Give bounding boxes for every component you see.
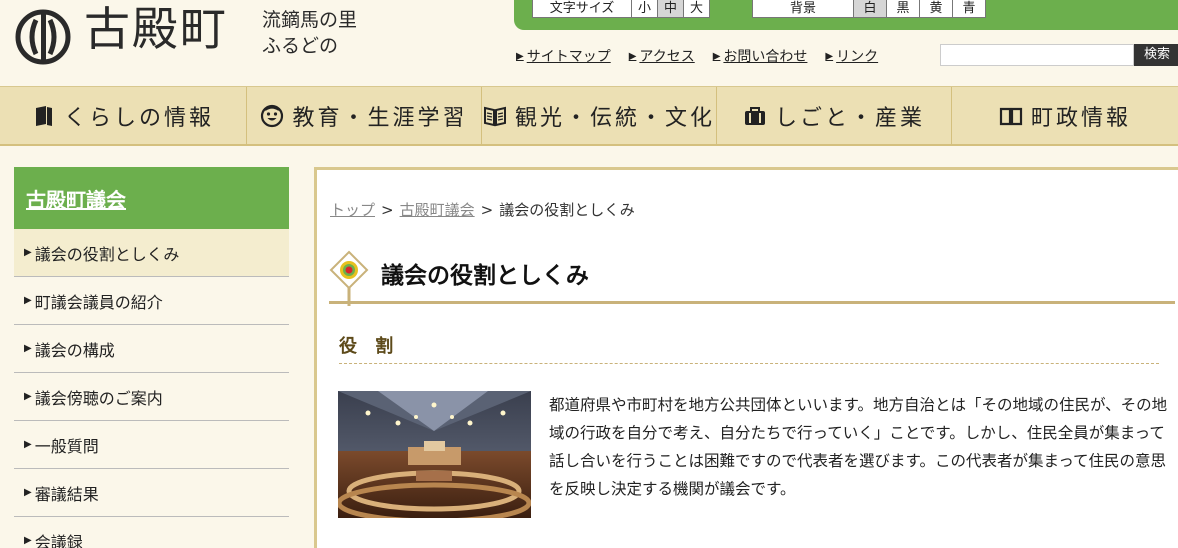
link-label: お問い合わせ (723, 49, 808, 65)
triangle-right-icon: ▶ (24, 535, 32, 546)
section-heading: 役 割 (339, 332, 1159, 364)
triangle-right-icon: ▶ (24, 295, 32, 306)
nav-town-government[interactable]: 町政情報 (952, 87, 1178, 145)
breadcrumb-parent-link[interactable]: 古殿町議会 (400, 201, 475, 219)
background-white-button[interactable]: 白 (854, 0, 887, 18)
book-open-icon (999, 107, 1023, 126)
sidebar-item-label: 一般質問 (34, 436, 99, 456)
sidebar: 古殿町議会 ▶ 議会の役割としくみ ▶ 町議会議員の紹介 ▶ 議会の構成 ▶ 議会傍聴の… (14, 167, 289, 548)
main-content: トップ > 古殿町議会 > 議会の役割としくみ 議会の役割としくみ 役 割 都道… (314, 167, 1178, 548)
sidebar-item-observation[interactable]: ▶ 議会傍聴のご案内 (14, 373, 289, 421)
link-label: サイトマップ (526, 49, 611, 65)
nav-label: くらしの情報 (63, 106, 214, 131)
breadcrumb-top-link[interactable]: トップ (330, 201, 375, 219)
breadcrumb-separator: > (480, 201, 494, 219)
sidebar-item-role-structure[interactable]: ▶ 議会の役割としくみ (14, 229, 289, 277)
nav-tourism-culture[interactable]: 観光・伝統・文化 (482, 87, 717, 145)
nav-work-industry[interactable]: しごと・産業 (717, 87, 952, 145)
logo-subtitle-line1: 流鏑馬の里 (262, 9, 358, 31)
body-text: 都道府県や市町村を地方公共団体といいます。地方自治とは「その地域の住民が、その地… (549, 396, 1168, 498)
triangle-right-icon: ▶ (24, 391, 32, 402)
font-size-switcher: 文字サイズ 小 中 大 (532, 0, 710, 18)
sidebar-heading-label: 古殿町議会 (26, 187, 126, 212)
sidebar-item-members[interactable]: ▶ 町議会議員の紹介 (14, 277, 289, 325)
triangle-right-icon: ▶ (24, 247, 32, 258)
triangle-right-icon: ▶ (24, 439, 32, 450)
triangle-right-icon: ▶ (516, 50, 524, 62)
sidebar-item-label: 議会傍聴のご案内 (34, 388, 163, 408)
nav-education[interactable]: 教育・生涯学習 (247, 87, 482, 145)
font-size-large-button[interactable]: 大 (684, 0, 710, 18)
sidebar-item-general-questions[interactable]: ▶ 一般質問 (14, 421, 289, 469)
nav-label: 教育・生涯学習 (292, 106, 468, 131)
page-title-block: 議会の役割としくみ (329, 246, 1175, 306)
face-icon (261, 104, 284, 128)
global-nav: くらしの情報 教育・生涯学習 観光・伝統・文化 しごと・産業 町政情報 (0, 86, 1178, 146)
link-links[interactable]: ▶ リンク (825, 46, 878, 66)
breadcrumb-separator: > (381, 201, 394, 219)
sidebar-item-label: 町議会議員の紹介 (34, 292, 163, 312)
font-size-label: 文字サイズ (532, 0, 632, 18)
page-title: 議会の役割としくみ (381, 263, 589, 289)
nav-label: 町政情報 (1030, 106, 1131, 131)
font-size-medium-button[interactable]: 中 (658, 0, 684, 18)
link-sitemap[interactable]: ▶ サイトマップ (516, 46, 611, 66)
triangle-right-icon: ▶ (24, 487, 32, 498)
breadcrumb-current: 議会の役割としくみ (499, 201, 635, 219)
site-header: 古殿町 流鏑馬の里 ふるどの 文字サイズ 小 中 大 背景 白 黒 黄 青 ▶ サ… (0, 0, 1178, 86)
sidebar-item-minutes[interactable]: ▶ 会議録 (14, 517, 289, 548)
sidebar-item-label: 審議結果 (34, 484, 99, 504)
logo-subtitle-line2: ふるどの (262, 34, 339, 57)
triangle-right-icon: ▶ (712, 50, 721, 62)
header-links: ▶ サイトマップ ▶ アクセス ▶ お問い合わせ ▶ リンク (516, 46, 878, 66)
triangle-right-icon: ▶ (825, 50, 834, 62)
nav-living-info[interactable]: くらしの情報 (0, 87, 247, 145)
logo-subtitle: 流鏑馬の里 ふるどの (262, 8, 357, 59)
sidebar-heading[interactable]: 古殿町議会 (14, 167, 289, 229)
background-black-button[interactable]: 黒 (887, 0, 920, 18)
link-access[interactable]: ▶ アクセス (629, 46, 695, 66)
sidebar-item-label: 議会の構成 (34, 340, 115, 360)
sidebar-item-results[interactable]: ▶ 審議結果 (14, 469, 289, 517)
open-book-icon (483, 106, 506, 127)
background-label: 背景 (752, 0, 854, 18)
briefcase-icon (744, 107, 765, 125)
assembly-hall-photo (338, 391, 531, 518)
triangle-right-icon: ▶ (24, 343, 32, 354)
logo-name: 古殿町 (84, 2, 228, 56)
link-label: リンク (836, 49, 879, 65)
nav-label: しごと・産業 (774, 106, 925, 131)
background-blue-button[interactable]: 青 (953, 0, 986, 18)
sidebar-item-label: 会議録 (34, 532, 83, 548)
target-sign-icon (329, 250, 369, 306)
search-input[interactable] (940, 44, 1134, 66)
link-label: アクセス (639, 49, 695, 65)
sidebar-item-composition[interactable]: ▶ 議会の構成 (14, 325, 289, 373)
nav-label: 観光・伝統・文化 (514, 106, 715, 131)
town-emblem-icon (15, 9, 71, 65)
background-yellow-button[interactable]: 黄 (920, 0, 953, 18)
link-contact[interactable]: ▶ お問い合わせ (713, 46, 808, 66)
breadcrumb: トップ > 古殿町議会 > 議会の役割としくみ (330, 199, 635, 220)
search-button[interactable]: 検索 (1134, 44, 1178, 66)
book-icon (35, 106, 52, 126)
triangle-right-icon: ▶ (628, 50, 637, 62)
sidebar-item-label: 議会の役割としくみ (34, 244, 180, 264)
background-switcher: 背景 白 黒 黄 青 (752, 0, 986, 18)
font-size-small-button[interactable]: 小 (632, 0, 658, 18)
site-logo[interactable]: 古殿町 流鏑馬の里 ふるどの (14, 2, 394, 68)
